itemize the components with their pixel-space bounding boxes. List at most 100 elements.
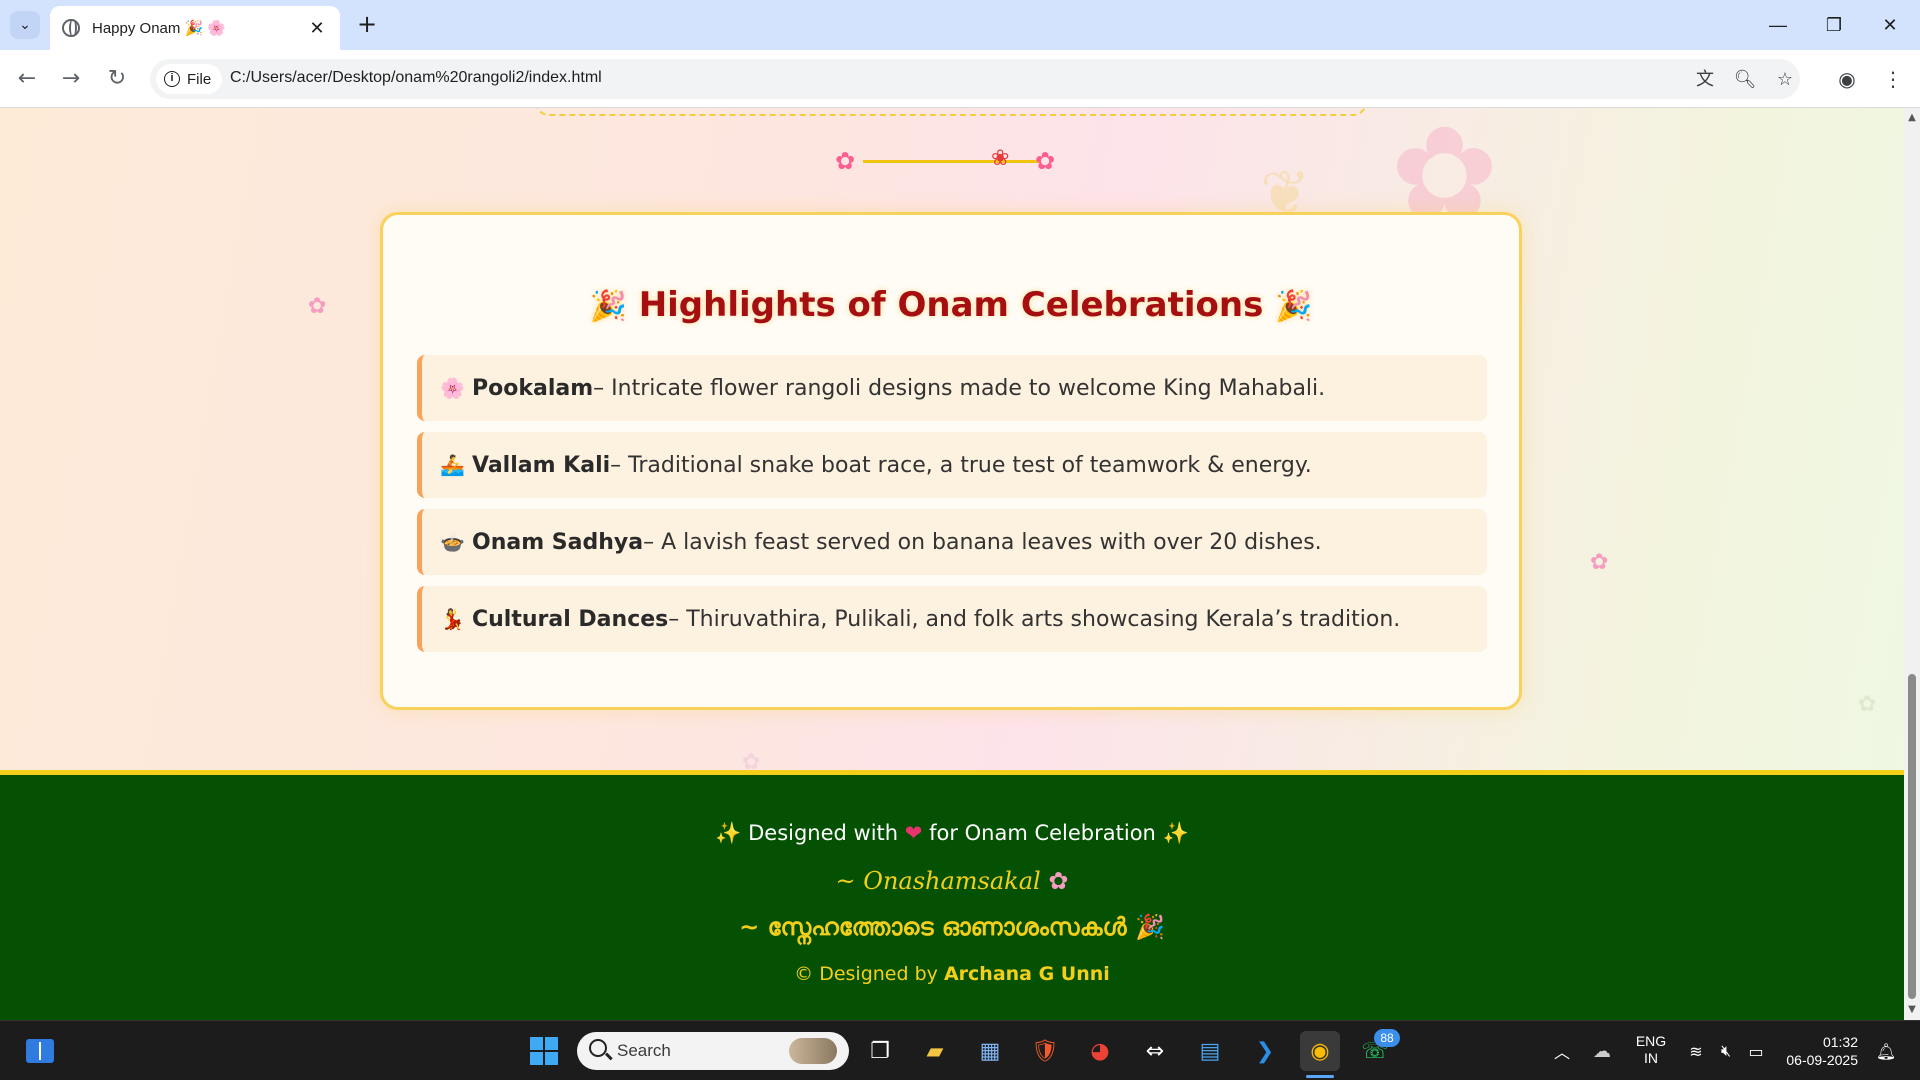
- sparkles-icon: ✨: [1162, 821, 1189, 845]
- highlights-title: 🎉 Highlights of Onam Celebrations 🎉: [383, 285, 1519, 325]
- task-view-icon[interactable]: ❐: [860, 1031, 900, 1071]
- rowboat-icon: 🚣: [440, 453, 465, 477]
- notepad-icon[interactable]: ▤: [1190, 1031, 1230, 1071]
- flower-icon: ✿: [1048, 867, 1069, 895]
- windows-taskbar: Search ❐ ▰ ▦ 🛡 ◕ ⇔ ▤ ❯ ◉ ☏ 88 ︿ ☁ ENG IN…: [0, 1020, 1920, 1080]
- tab-search-button[interactable]: ⌄: [10, 11, 40, 39]
- footer-malayalam-greeting: ~ സ്നേഹത്തോടെ ഓണാശംസകൾ 🎉: [0, 913, 1904, 941]
- search-highlight-image: [789, 1038, 837, 1064]
- widgets-icon[interactable]: [20, 1031, 60, 1071]
- language-code: ENG: [1635, 1033, 1667, 1049]
- minimize-button[interactable]: —: [1758, 10, 1798, 40]
- floating-flower-icon: ✿: [1590, 550, 1609, 575]
- taskbar-search-box[interactable]: Search: [577, 1032, 849, 1070]
- restore-button[interactable]: ❐: [1814, 10, 1854, 40]
- highlight-name: Cultural Dances: [472, 606, 669, 632]
- highlight-desc: – Intricate flower rangoli designs made …: [593, 375, 1326, 401]
- party-popper-icon: 🎉: [1275, 289, 1313, 324]
- list-item-pookalam: 🌸 Pookalam – Intricate flower rangoli de…: [417, 355, 1487, 421]
- highlight-desc: – Traditional snake boat race, a true te…: [610, 452, 1312, 478]
- footer-text-pre: Designed with: [748, 821, 899, 845]
- whatsapp-badge: 88: [1374, 1029, 1400, 1047]
- divider-line: [863, 160, 1039, 163]
- language-indicator[interactable]: ENG IN: [1626, 1033, 1676, 1067]
- remote-desktop-icon[interactable]: ⇔: [1135, 1031, 1175, 1071]
- previous-section-border: [535, 108, 1367, 116]
- site-info-label: File: [187, 70, 212, 88]
- back-button[interactable]: ←: [12, 64, 42, 94]
- chevron-down-icon: ⌄: [19, 17, 31, 33]
- food-pot-icon: 🍲: [440, 530, 465, 554]
- highlight-name: Vallam Kali: [472, 452, 611, 478]
- clock[interactable]: 01:32 06-09-2025: [1778, 1033, 1858, 1069]
- page-footer: ✨ Designed with ❤ for Onam Celebration ✨…: [0, 770, 1904, 1020]
- highlight-name: Onam Sadhya: [472, 529, 644, 555]
- vscode-icon[interactable]: ❯: [1245, 1031, 1285, 1071]
- info-icon: i: [164, 71, 180, 87]
- heart-icon: ❤: [904, 821, 923, 845]
- translate-icon[interactable]: 文: [1692, 67, 1718, 93]
- list-item-cultural-dances: 💃 Cultural Dances – Thiruvathira, Pulika…: [417, 586, 1487, 652]
- zoom-icon[interactable]: 🔍︎: [1732, 67, 1758, 93]
- highlights-card: 🎉 Highlights of Onam Celebrations 🎉 🌸 Po…: [380, 212, 1522, 710]
- profile-icon[interactable]: ◉: [1832, 64, 1862, 94]
- tab-happy-onam[interactable]: Happy Onam 🎉 🌸 ✕: [50, 6, 340, 50]
- clock-time: 01:32: [1822, 1034, 1858, 1050]
- chrome-profile-icon[interactable]: ◕: [1080, 1031, 1120, 1071]
- globe-icon: [62, 19, 80, 37]
- page-viewport: ✿ ❦ ✿ ❀ ✿ ✿ ✿ ✿ ✿ 🎉 Highlights of Onam C…: [0, 108, 1904, 1020]
- url-text[interactable]: C:/Users/acer/Desktop/onam%20rangoli2/in…: [230, 69, 602, 87]
- footer-credit: © Designed by Archana G Unni: [0, 963, 1904, 985]
- footer-text-post: for Onam Celebration: [929, 821, 1156, 845]
- menu-kebab-icon[interactable]: ⋮: [1878, 64, 1908, 94]
- brave-browser-icon[interactable]: 🛡: [1025, 1031, 1065, 1071]
- file-explorer-icon[interactable]: ▰: [915, 1031, 955, 1071]
- tray-chevron-up-icon[interactable]: ︿: [1542, 1031, 1582, 1071]
- notification-bell-icon[interactable]: 🔔︎: [1866, 1031, 1906, 1071]
- site-info-chip[interactable]: i File: [156, 64, 222, 94]
- floating-flower-icon: ✿: [1858, 692, 1877, 717]
- new-tab-button[interactable]: +: [352, 10, 382, 40]
- sparkles-icon: ✨: [715, 821, 742, 845]
- party-popper-icon: 🎉: [1134, 913, 1165, 941]
- onedrive-icon[interactable]: ☁: [1582, 1031, 1622, 1071]
- reload-button[interactable]: ↻: [102, 64, 132, 94]
- list-item-vallam-kali: 🚣 Vallam Kali – Traditional snake boat r…: [417, 432, 1487, 498]
- forward-button[interactable]: →: [56, 64, 86, 94]
- bookmark-star-icon[interactable]: ☆: [1772, 67, 1798, 93]
- list-item-onam-sadhya: 🍲 Onam Sadhya – A lavish feast served on…: [417, 509, 1487, 575]
- flower-icon: ✿: [1035, 147, 1056, 175]
- microsoft-store-icon[interactable]: ▦: [970, 1031, 1010, 1071]
- floating-flower-icon: ✿: [308, 294, 327, 319]
- rose-icon: ❀: [991, 146, 1010, 171]
- search-icon: [589, 1039, 607, 1057]
- scroll-up-arrow-icon[interactable]: ▲: [1906, 112, 1918, 123]
- flower-icon: ✿: [835, 147, 856, 175]
- windows-start-icon[interactable]: [524, 1031, 564, 1071]
- close-tab-icon[interactable]: ✕: [306, 18, 328, 39]
- close-window-button[interactable]: ✕: [1870, 10, 1910, 40]
- address-bar[interactable]: i File C:/Users/acer/Desktop/onam%20rang…: [150, 59, 1800, 99]
- highlight-desc: – Thiruvathira, Pulikali, and folk arts …: [668, 606, 1401, 632]
- footer-malayalam-text: ~ സ്നേഹത്തോടെ ഓണാശംസകൾ: [739, 913, 1127, 941]
- highlights-title-text: Highlights of Onam Celebrations: [638, 285, 1264, 325]
- page-scrollbar[interactable]: ▲ ▼: [1904, 108, 1920, 1020]
- flower-icon: 🌸: [440, 376, 465, 400]
- footer-greeting: ~ Onashamsakal: [835, 867, 1041, 895]
- footer-designed-with: ✨ Designed with ❤ for Onam Celebration ✨: [0, 821, 1904, 846]
- flower-divider: ✿ ❀ ✿: [835, 146, 1065, 176]
- highlights-list: 🌸 Pookalam – Intricate flower rangoli de…: [417, 355, 1487, 663]
- chrome-icon[interactable]: ◉: [1300, 1031, 1340, 1071]
- active-app-indicator: [1306, 1075, 1334, 1078]
- party-popper-icon: 🎉: [589, 289, 627, 324]
- credit-prefix: © Designed by: [794, 963, 944, 985]
- browser-toolbar: ← → ↻ i File C:/Users/acer/Desktop/onam%…: [0, 50, 1920, 108]
- tab-title: Happy Onam 🎉 🌸: [92, 20, 227, 37]
- highlight-name: Pookalam: [472, 375, 594, 401]
- language-region: IN: [1644, 1050, 1658, 1066]
- battery-icon[interactable]: ▭: [1736, 1031, 1776, 1071]
- credit-author: Archana G Unni: [943, 963, 1110, 985]
- scrollbar-thumb[interactable]: [1908, 674, 1916, 999]
- scroll-down-arrow-icon[interactable]: ▼: [1906, 1004, 1918, 1015]
- search-placeholder: Search: [617, 1041, 671, 1060]
